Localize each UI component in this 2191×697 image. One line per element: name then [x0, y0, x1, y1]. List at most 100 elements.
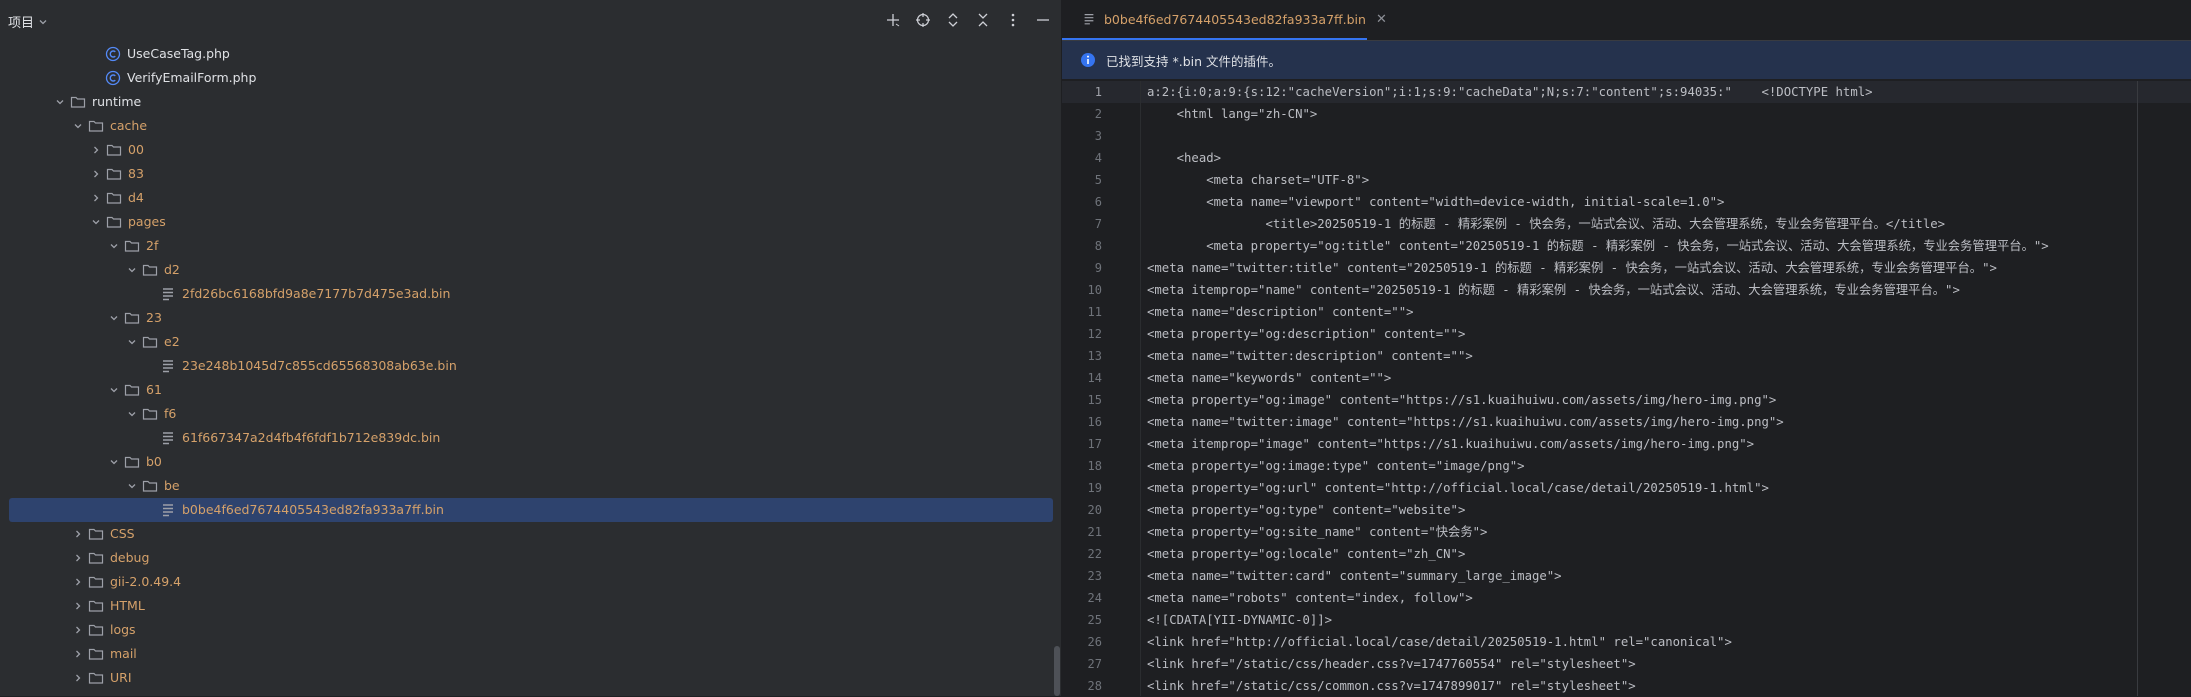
line-number: 6 — [1094, 195, 1102, 209]
tree-folder-row[interactable]: b0 — [0, 450, 1061, 474]
code-line[interactable]: 3 — [1062, 125, 2191, 147]
code-line[interactable]: 26 <link href="http://official.local/case… — [1062, 631, 2191, 653]
code-line[interactable]: 17 <meta itemprop="image" content="https:… — [1062, 433, 2191, 455]
tree-folder-row[interactable]: mail — [0, 642, 1061, 666]
tree-folder-row[interactable]: pages — [0, 210, 1061, 234]
chevron-right-icon[interactable] — [88, 142, 104, 158]
code-line[interactable]: 16 <meta name="twitter:image" content="ht… — [1062, 411, 2191, 433]
code-line-text: <meta name="twitter:description" content… — [1147, 349, 1473, 363]
code-line[interactable]: 19 <meta property="og:url" content="http:… — [1062, 477, 2191, 499]
tree-item-label: debug — [110, 550, 150, 565]
chevron-right-icon[interactable] — [70, 574, 86, 590]
more-options-icon[interactable] — [1003, 10, 1023, 30]
chevron-down-icon[interactable] — [70, 118, 86, 134]
code-line[interactable]: 8 <meta property="og:title" content="202… — [1062, 235, 2191, 257]
editor-tab[interactable]: b0be4f6ed7674405543ed82fa933a7ff.bin ✕ — [1062, 0, 1387, 40]
chevron-down-icon[interactable] — [106, 382, 122, 398]
chevron-right-icon[interactable] — [70, 526, 86, 542]
chevron-down-icon[interactable] — [88, 214, 104, 230]
chevron-down-icon[interactable] — [106, 238, 122, 254]
tab-label: b0be4f6ed7674405543ed82fa933a7ff.bin — [1104, 11, 1366, 27]
code-line[interactable]: 1 a:2:{i:0;a:9:{s:12:"cacheVersion";i:1;s… — [1062, 81, 2191, 103]
expand-all-icon[interactable] — [943, 10, 963, 30]
tree-folder-row[interactable]: f6 — [0, 402, 1061, 426]
tree-folder-row[interactable]: gii-2.0.49.4 — [0, 570, 1061, 594]
chevron-right-icon[interactable] — [88, 166, 104, 182]
code-line[interactable]: 28 <link href="/static/css/common.css?v=1… — [1062, 675, 2191, 697]
locate-icon[interactable] — [913, 10, 933, 30]
code-area[interactable]: 1 a:2:{i:0;a:9:{s:12:"cacheVersion";i:1;s… — [1062, 81, 2191, 697]
chevron-right-icon[interactable] — [70, 622, 86, 638]
tree-item-label: 2fd26bc6168bfd9a8e7177b7d475e3ad.bin — [182, 286, 451, 301]
code-line[interactable]: 23 <meta name="twitter:card" content="sum… — [1062, 565, 2191, 587]
code-line[interactable]: 10 <meta itemprop="name" content="2025051… — [1062, 279, 2191, 301]
tree-file-row[interactable]: 61f667347a2d4fb4f6fdf1b712e839dc.bin — [0, 426, 1061, 450]
folder-icon — [124, 454, 140, 470]
tree-folder-row[interactable]: be — [0, 474, 1061, 498]
line-number: 20 — [1087, 503, 1102, 517]
line-number: 7 — [1094, 217, 1102, 231]
tree-file-row[interactable]: b0be4f6ed7674405543ed82fa933a7ff.bin — [9, 498, 1053, 522]
code-line[interactable]: 12 <meta property="og:description" conten… — [1062, 323, 2191, 345]
code-line[interactable]: 6 <meta name="viewport" content="width=d… — [1062, 191, 2191, 213]
code-line[interactable]: 2 <html lang="zh-CN"> — [1062, 103, 2191, 125]
tree-scrollbar[interactable] — [1054, 646, 1060, 696]
close-icon[interactable]: ✕ — [1376, 12, 1387, 27]
tree-folder-row[interactable]: debug — [0, 546, 1061, 570]
tree-folder-row[interactable]: 23 — [0, 306, 1061, 330]
chevron-down-icon[interactable] — [124, 334, 140, 350]
chevron-down-icon[interactable] — [124, 406, 140, 422]
tree-folder-row[interactable]: d2 — [0, 258, 1061, 282]
code-line[interactable]: 24 <meta name="robots" content="index, fo… — [1062, 587, 2191, 609]
code-line-text: a:2:{i:0;a:9:{s:12:"cacheVersion";i:1;s:… — [1147, 85, 1873, 99]
line-number: 14 — [1087, 371, 1102, 385]
tree-folder-row[interactable]: 00 — [0, 138, 1061, 162]
tree-folder-row[interactable]: runtime — [0, 90, 1061, 114]
tree-folder-row[interactable]: URI — [0, 666, 1061, 690]
chevron-down-icon[interactable] — [124, 478, 140, 494]
code-line[interactable]: 21 <meta property="og:site_name" content=… — [1062, 521, 2191, 543]
code-line[interactable]: 5 <meta charset="UTF-8"> — [1062, 169, 2191, 191]
collapse-all-icon[interactable] — [973, 10, 993, 30]
code-line[interactable]: 22 <meta property="og:locale" content="zh… — [1062, 543, 2191, 565]
code-line-text: <title>20250519-1 的标题 - 精彩案例 - 快会务，一站式会议… — [1147, 217, 1946, 231]
tree-folder-row[interactable]: 61 — [0, 378, 1061, 402]
tree-file-row[interactable]: UseCaseTag.php — [0, 42, 1061, 66]
minimize-icon[interactable] — [1033, 10, 1053, 30]
tree-item-label: logs — [110, 622, 136, 637]
chevron-right-icon[interactable] — [70, 646, 86, 662]
code-line[interactable]: 4 <head> — [1062, 147, 2191, 169]
tree-file-row[interactable]: 2fd26bc6168bfd9a8e7177b7d475e3ad.bin — [0, 282, 1061, 306]
code-line[interactable]: 11 <meta name="description" content=""> — [1062, 301, 2191, 323]
chevron-right-icon[interactable] — [70, 550, 86, 566]
tree-file-row[interactable]: 23e248b1045d7c855cd65568308ab63e.bin — [0, 354, 1061, 378]
tree-item-label: 83 — [128, 166, 144, 181]
tree-file-row[interactable]: VerifyEmailForm.php — [0, 66, 1061, 90]
code-line[interactable]: 18 <meta property="og:image:type" content… — [1062, 455, 2191, 477]
tree-folder-row[interactable]: CSS — [0, 522, 1061, 546]
chevron-right-icon[interactable] — [70, 670, 86, 686]
code-line[interactable]: 27 <link href="/static/css/header.css?v=1… — [1062, 653, 2191, 675]
chevron-down-icon[interactable] — [106, 310, 122, 326]
code-line[interactable]: 14 <meta name="keywords" content=""> — [1062, 367, 2191, 389]
code-line[interactable]: 7 <title>20250519-1 的标题 - 精彩案例 - 快会务，一站式… — [1062, 213, 2191, 235]
code-line[interactable]: 20 <meta property="og:type" content="webs… — [1062, 499, 2191, 521]
new-file-icon[interactable] — [883, 10, 903, 30]
code-line[interactable]: 15 <meta property="og:image" content="htt… — [1062, 389, 2191, 411]
tree-folder-row[interactable]: e2 — [0, 330, 1061, 354]
tree-folder-row[interactable]: logs — [0, 618, 1061, 642]
tree-folder-row[interactable]: 2f — [0, 234, 1061, 258]
chevron-right-icon[interactable] — [70, 598, 86, 614]
chevron-down-icon[interactable] — [52, 94, 68, 110]
tree-folder-row[interactable]: HTML — [0, 594, 1061, 618]
chevron-down-icon[interactable] — [124, 262, 140, 278]
code-line[interactable]: 25 <![CDATA[YII-DYNAMIC-0]]> — [1062, 609, 2191, 631]
code-line[interactable]: 13 <meta name="twitter:description" conte… — [1062, 345, 2191, 367]
chevron-right-icon[interactable] — [88, 190, 104, 206]
tree-folder-row[interactable]: d4 — [0, 186, 1061, 210]
tree-folder-row[interactable]: cache — [0, 114, 1061, 138]
project-view-selector[interactable]: 项目 — [8, 12, 48, 31]
code-line[interactable]: 9 <meta name="twitter:title" content="202… — [1062, 257, 2191, 279]
chevron-down-icon[interactable] — [106, 454, 122, 470]
tree-folder-row[interactable]: 83 — [0, 162, 1061, 186]
